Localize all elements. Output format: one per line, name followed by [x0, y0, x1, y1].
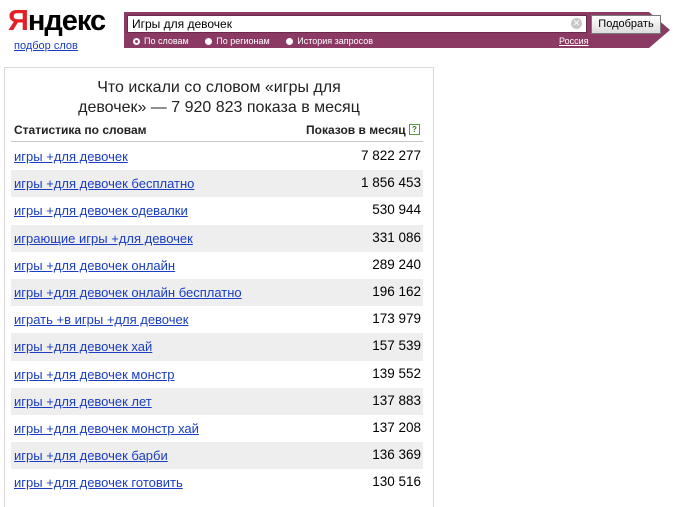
impressions-count: 136 369: [372, 447, 421, 463]
help-icon[interactable]: ?: [409, 124, 420, 135]
impressions-count: 7 822 277: [360, 148, 421, 163]
impressions-count: 173 979: [372, 311, 421, 327]
table-row: игры +для девочек одевалки 530 944: [11, 197, 423, 224]
keyword-link[interactable]: играть +в игры +для девочек: [14, 312, 188, 327]
table-row: игры +для девочек барби 136 369: [11, 442, 423, 470]
region-link[interactable]: Россия: [559, 36, 589, 46]
radio-label: По регионам: [216, 36, 270, 46]
keyword-link[interactable]: игры +для девочек готовить: [14, 475, 183, 490]
keyword-link[interactable]: игры +для девочек онлайн бесплатно: [14, 285, 242, 300]
keyword-link[interactable]: игры +для девочек хай: [14, 339, 152, 354]
impressions-count: 530 944: [372, 202, 421, 218]
header-divider: [11, 141, 423, 142]
keyword-link[interactable]: игры +для девочек: [14, 149, 128, 164]
impressions-count: 196 162: [372, 283, 421, 299]
keyword-link[interactable]: игры +для девочек монстр: [14, 367, 174, 382]
radio-label: История запросов: [297, 36, 374, 46]
keyword-table: игры +для девочек 7 822 277 игры +для дево…: [11, 143, 423, 496]
impressions-count: 331 086: [372, 229, 421, 245]
impressions-count: 137 883: [372, 392, 421, 408]
impressions-count: 139 552: [372, 365, 421, 381]
radio-query-history[interactable]: История запросов: [286, 36, 373, 46]
table-row: игры +для девочек монстр хай 137 208: [11, 415, 423, 442]
keyword-link[interactable]: игры +для девочек бесплатно: [14, 176, 194, 191]
radio-by-regions[interactable]: По регионам: [205, 36, 270, 46]
radio-dot-icon: [286, 38, 294, 45]
keyword-link[interactable]: игры +для девочек лет: [14, 394, 152, 409]
clear-icon[interactable]: ✕: [571, 18, 582, 29]
table-row: игры +для девочек готовить 130 516: [11, 469, 423, 496]
table-row: играющие игры +для девочек 331 086: [11, 224, 423, 252]
table-row: игры +для девочек онлайн 289 240: [11, 252, 423, 279]
radio-label: По словам: [144, 36, 189, 46]
search-mode-radios: По словам По регионам История запросов: [133, 36, 387, 46]
table-row: игры +для девочек лет 137 883: [11, 387, 423, 415]
search-input[interactable]: Игры для девочек: [127, 15, 587, 33]
table-row: игры +для девочек 7 822 277: [11, 143, 423, 170]
keyword-link[interactable]: играющие игры +для девочек: [14, 231, 193, 246]
table-row: игры +для девочек хай 157 539: [11, 333, 423, 361]
column-header-keywords: Статистика по словам: [14, 123, 147, 137]
logo-letter: Я: [8, 5, 29, 37]
results-title: Что искали со словом «игры для девочек» …: [4, 78, 434, 118]
impressions-count: 1 856 453: [360, 175, 421, 191]
radio-dot-icon: [133, 38, 140, 45]
table-row: играть +в игры +для девочек 173 979: [11, 306, 423, 333]
keyword-link[interactable]: игры +для девочек барби: [14, 448, 168, 463]
keyword-link[interactable]: игры +для девочек одевалки: [14, 203, 188, 218]
table-row: игры +для девочек бесплатно 1 856 453: [11, 170, 423, 198]
column-header-count: Показов в месяц: [306, 123, 406, 137]
service-link[interactable]: подбор слов: [14, 40, 78, 52]
impressions-count: 289 240: [372, 256, 421, 272]
impressions-count: 130 516: [372, 474, 421, 490]
impressions-count: 157 539: [372, 338, 421, 354]
radio-dot-icon: [205, 38, 213, 45]
logo-text: ндекс: [27, 5, 106, 37]
impressions-count: 137 208: [372, 419, 421, 435]
submit-button[interactable]: Подобрать: [591, 15, 661, 34]
yandex-logo[interactable]: Яндекс: [8, 5, 106, 37]
radio-by-words[interactable]: По словам: [133, 36, 189, 46]
keyword-link[interactable]: игры +для девочек монстр хай: [14, 421, 199, 436]
results-title-line: девочек» — 7 920 823 показа в месяц: [78, 99, 360, 116]
results-title-line: Что искали со словом «игры для: [97, 79, 341, 96]
table-row: игры +для девочек монстр 139 552: [11, 361, 423, 388]
table-row: игры +для девочек онлайн бесплатно 196 16…: [11, 278, 423, 307]
keyword-link[interactable]: игры +для девочек онлайн: [14, 258, 175, 273]
